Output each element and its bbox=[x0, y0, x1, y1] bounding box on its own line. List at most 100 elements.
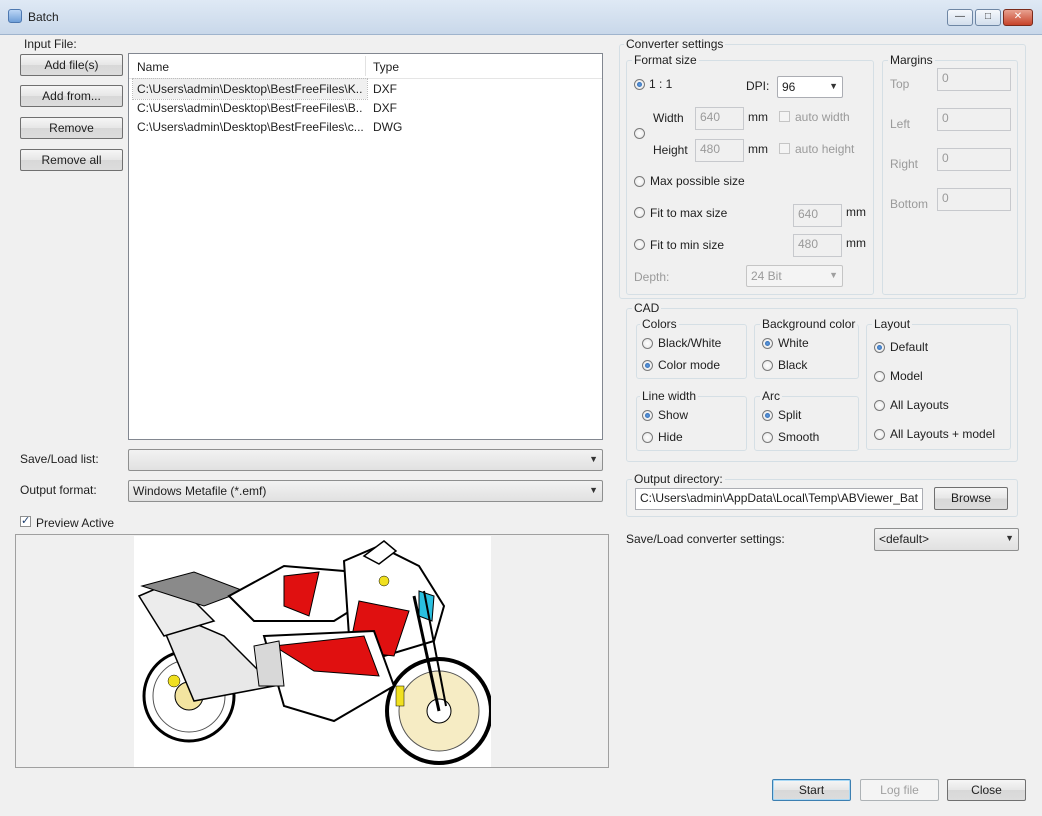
black-white-radio[interactable] bbox=[642, 338, 653, 349]
margin-top-field[interactable]: 0 bbox=[937, 68, 1011, 91]
fit-min-mm-label: mm bbox=[846, 236, 866, 250]
file-row[interactable]: C:\Users\admin\Desktop\BestFreeFiles\c..… bbox=[133, 117, 593, 137]
margin-left-field[interactable]: 0 bbox=[937, 108, 1011, 131]
chevron-down-icon: ▼ bbox=[829, 81, 838, 91]
file-row[interactable]: C:\Users\admin\Desktop\BestFreeFiles\K..… bbox=[132, 78, 397, 100]
line-width-hide-radio[interactable] bbox=[642, 432, 653, 443]
margin-bottom-field[interactable]: 0 bbox=[937, 188, 1011, 211]
converter-settings-label: Converter settings bbox=[624, 37, 726, 51]
fit-max-size-field[interactable]: 640 bbox=[793, 204, 842, 227]
fit-min-size-radio[interactable] bbox=[634, 239, 645, 250]
ratio-1-1-label: 1 : 1 bbox=[649, 77, 673, 91]
fit-min-size-field[interactable]: 480 bbox=[793, 234, 842, 257]
file-row[interactable]: C:\Users\admin\Desktop\BestFreeFiles\B..… bbox=[133, 98, 593, 118]
margin-right-field[interactable]: 0 bbox=[937, 148, 1011, 171]
motorcycle-drawing bbox=[137, 540, 493, 765]
arc-split-label: Split bbox=[778, 408, 802, 422]
background-white-label: White bbox=[778, 336, 809, 350]
add-files-button[interactable]: Add file(s) bbox=[20, 54, 123, 76]
arc-label: Arc bbox=[760, 389, 782, 403]
layout-default-label: Default bbox=[890, 340, 929, 354]
fit-min-size-label: Fit to min size bbox=[650, 238, 725, 252]
output-format-label: Output format: bbox=[20, 483, 97, 497]
title-bar: Batch — □ ✕ bbox=[0, 0, 1042, 35]
file-row-type: DWG bbox=[373, 120, 403, 134]
file-row-name: C:\Users\admin\Desktop\BestFreeFiles\c..… bbox=[137, 120, 363, 134]
layout-label: Layout bbox=[872, 317, 913, 331]
layout-default-radio[interactable] bbox=[874, 342, 885, 353]
line-width-hide-label: Hide bbox=[658, 430, 683, 444]
auto-height-label: auto height bbox=[795, 142, 855, 156]
width-mm-label: mm bbox=[748, 110, 768, 124]
chevron-down-icon: ▼ bbox=[589, 485, 598, 495]
layout-all-layouts-model-radio[interactable] bbox=[874, 429, 885, 440]
height-mm-label: mm bbox=[748, 142, 768, 156]
close-window-button[interactable]: ✕ bbox=[1003, 9, 1033, 26]
file-row-name: C:\Users\admin\Desktop\BestFreeFiles\K..… bbox=[137, 82, 363, 96]
log-file-button[interactable]: Log file bbox=[860, 779, 939, 801]
file-row-name: C:\Users\admin\Desktop\BestFreeFiles\B..… bbox=[137, 101, 363, 115]
file-list-header: Name Type bbox=[129, 54, 602, 79]
start-button[interactable]: Start bbox=[772, 779, 851, 801]
margin-bottom-label: Bottom bbox=[890, 197, 929, 211]
arc-smooth-label: Smooth bbox=[778, 430, 820, 444]
color-mode-label: Color mode bbox=[658, 358, 721, 372]
minimize-button[interactable]: — bbox=[947, 9, 973, 26]
line-width-show-radio[interactable] bbox=[642, 410, 653, 421]
save-load-list-label: Save/Load list: bbox=[20, 452, 99, 466]
ratio-1-1-radio[interactable] bbox=[634, 79, 645, 90]
max-possible-size-radio[interactable] bbox=[634, 176, 645, 187]
auto-height-checkbox[interactable] bbox=[779, 143, 790, 154]
close-button[interactable]: Close bbox=[947, 779, 1026, 801]
depth-combo[interactable]: 24 Bit ▼ bbox=[746, 265, 843, 287]
black-white-label: Black/White bbox=[658, 336, 722, 350]
depth-label: Depth: bbox=[634, 270, 670, 284]
file-list[interactable]: Name Type C:\Users\admin\Desktop\BestFre… bbox=[128, 53, 603, 440]
preview-panel bbox=[15, 534, 609, 768]
background-white-radio[interactable] bbox=[762, 338, 773, 349]
input-file-label: Input File: bbox=[24, 37, 77, 51]
width-field[interactable]: 640 bbox=[695, 107, 744, 130]
fit-max-size-radio[interactable] bbox=[634, 207, 645, 218]
line-width-label: Line width bbox=[640, 389, 699, 403]
output-directory-label: Output directory: bbox=[632, 472, 725, 486]
layout-model-radio[interactable] bbox=[874, 371, 885, 382]
output-format-value: Windows Metafile (*.emf) bbox=[133, 484, 267, 498]
window-title: Batch bbox=[28, 10, 59, 24]
background-black-radio[interactable] bbox=[762, 360, 773, 371]
auto-width-checkbox[interactable] bbox=[779, 111, 790, 122]
background-color-label: Background color bbox=[760, 317, 858, 331]
colors-label: Colors bbox=[640, 317, 679, 331]
background-black-label: Black bbox=[778, 358, 808, 372]
browse-button[interactable]: Browse bbox=[934, 487, 1008, 510]
add-from-button[interactable]: Add from... bbox=[20, 85, 123, 107]
custom-size-radio[interactable] bbox=[634, 128, 645, 139]
dpi-label: DPI: bbox=[746, 79, 770, 93]
converter-settings-preset-combo[interactable]: <default> ▼ bbox=[874, 528, 1019, 551]
output-directory-field[interactable]: C:\Users\admin\AppData\Local\Temp\ABView… bbox=[635, 488, 923, 510]
maximize-button[interactable]: □ bbox=[975, 9, 1001, 26]
depth-value: 24 Bit bbox=[751, 269, 782, 283]
remove-all-button[interactable]: Remove all bbox=[20, 149, 123, 171]
remove-button[interactable]: Remove bbox=[20, 117, 123, 139]
file-row-type: DXF bbox=[373, 101, 397, 115]
converter-settings-preset-value: <default> bbox=[879, 532, 930, 546]
save-load-list-combo[interactable]: ▼ bbox=[128, 449, 603, 471]
column-type[interactable]: Type bbox=[373, 60, 399, 74]
layout-model-label: Model bbox=[890, 369, 923, 383]
fit-max-mm-label: mm bbox=[846, 205, 866, 219]
arc-split-radio[interactable] bbox=[762, 410, 773, 421]
margin-top-label: Top bbox=[890, 77, 910, 91]
dpi-combo[interactable]: 96 ▼ bbox=[777, 76, 843, 98]
margins-label: Margins bbox=[888, 53, 935, 67]
height-field[interactable]: 480 bbox=[695, 139, 744, 162]
arc-smooth-radio[interactable] bbox=[762, 432, 773, 443]
color-mode-radio[interactable] bbox=[642, 360, 653, 371]
layout-all-layouts-radio[interactable] bbox=[874, 400, 885, 411]
chevron-down-icon: ▼ bbox=[589, 454, 598, 464]
output-format-combo[interactable]: Windows Metafile (*.emf) ▼ bbox=[128, 480, 603, 502]
preview-active-checkbox[interactable] bbox=[20, 514, 31, 527]
column-name[interactable]: Name bbox=[137, 60, 169, 74]
height-label: Height bbox=[653, 143, 688, 157]
line-width-group bbox=[636, 396, 747, 451]
